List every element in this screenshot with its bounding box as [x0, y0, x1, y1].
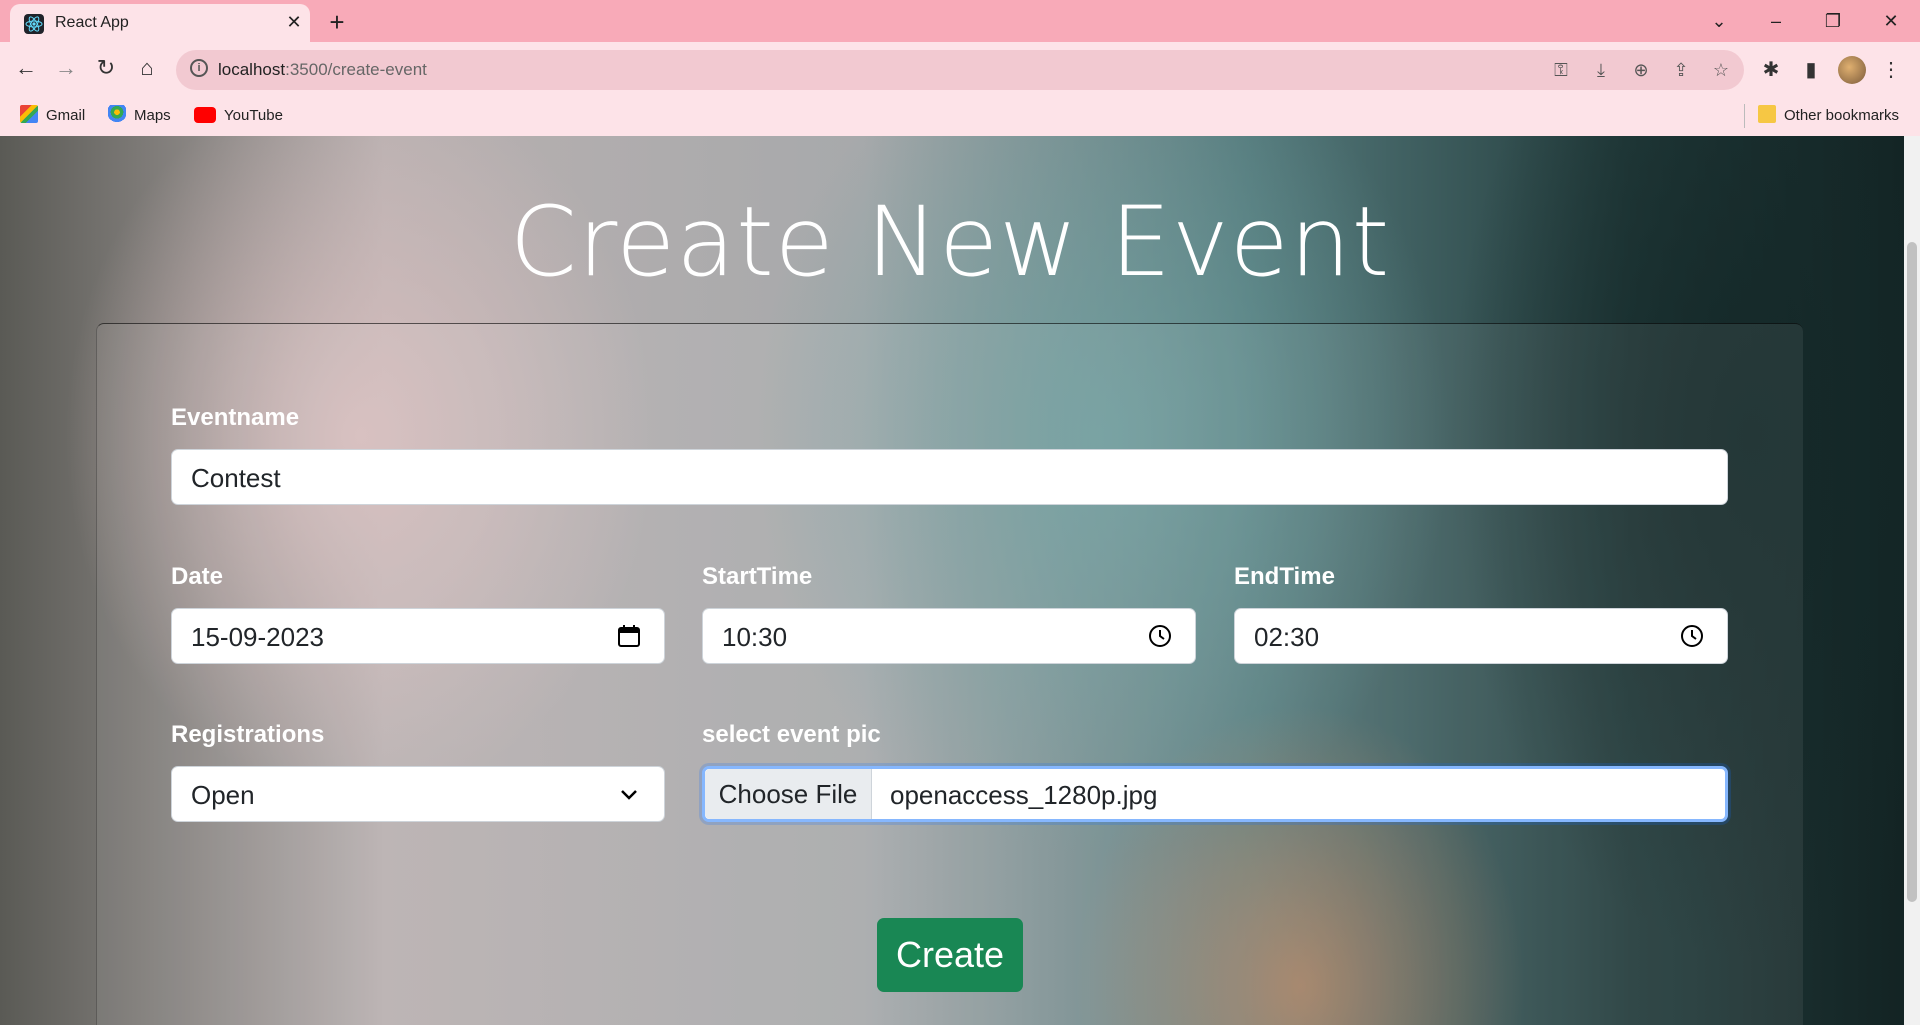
bookmark-youtube[interactable]: YouTube	[194, 104, 283, 128]
registrations-label: Registrations	[171, 721, 325, 748]
minimize-icon[interactable]: –	[1761, 6, 1791, 36]
bookmark-maps[interactable]: Maps	[108, 104, 171, 128]
install-icon[interactable]: ⤓	[1589, 58, 1613, 82]
eventname-input[interactable]: Contest	[171, 449, 1728, 505]
forward-icon[interactable]: →	[50, 52, 82, 84]
clock-icon[interactable]	[1679, 623, 1705, 649]
folder-icon	[1758, 105, 1776, 123]
bookmarks-divider	[1744, 104, 1745, 128]
browser-toolbar: ← → ↻ ⌂ i localhost:3500/create-event ⚿ …	[0, 42, 1920, 138]
event-pic-label: select event pic	[702, 721, 881, 748]
event-pic-file-input[interactable]: Choose File openaccess_1280p.jpg	[702, 766, 1728, 822]
new-tab-icon[interactable]: +	[322, 8, 352, 36]
scrollbar-thumb[interactable]	[1907, 242, 1917, 902]
browser-tab-bar: React App ✕ + ⌄ – ❐ ✕	[0, 0, 1920, 42]
endtime-label: EndTime	[1234, 563, 1335, 590]
site-info-icon[interactable]: i	[190, 59, 208, 77]
bookmark-gmail[interactable]: Gmail	[20, 104, 85, 128]
bookmarks-bar: Gmail Maps YouTube Other bookmarks	[0, 96, 1920, 136]
page-content: Create New Event Eventname Contest Date …	[0, 136, 1920, 1025]
page-title: Create New Event	[509, 186, 1391, 298]
close-tab-icon[interactable]: ✕	[282, 10, 306, 34]
choose-file-button[interactable]: Choose File	[705, 769, 872, 819]
scrollbar[interactable]	[1904, 136, 1920, 1025]
gmail-icon	[20, 105, 38, 123]
starttime-label: StartTime	[702, 563, 813, 590]
create-button[interactable]: Create	[877, 918, 1023, 992]
close-window-icon[interactable]: ✕	[1876, 6, 1906, 36]
date-label: Date	[171, 563, 224, 590]
file-name: openaccess_1280p.jpg	[890, 780, 1158, 810]
starttime-input[interactable]: 10:30	[702, 608, 1196, 664]
maps-pin-icon	[108, 105, 126, 123]
tab-search-chevron-icon[interactable]: ⌄	[1704, 6, 1734, 36]
youtube-icon	[194, 107, 216, 123]
share-icon[interactable]: ⇪	[1669, 58, 1693, 82]
calendar-icon[interactable]	[616, 623, 642, 649]
back-icon[interactable]: ←	[10, 52, 42, 84]
url-text: localhost:3500/create-event	[218, 60, 427, 79]
registrations-select[interactable]: Open	[171, 766, 665, 822]
endtime-input[interactable]: 02:30	[1234, 608, 1728, 664]
reload-icon[interactable]: ↻	[90, 52, 122, 84]
react-logo-icon	[24, 14, 44, 34]
side-panel-icon[interactable]: ▮	[1797, 56, 1825, 84]
restore-icon[interactable]: ❐	[1818, 6, 1848, 36]
key-icon[interactable]: ⚿	[1549, 58, 1573, 82]
eventname-label: Eventname	[171, 404, 300, 431]
browser-tab[interactable]: React App ✕	[10, 4, 310, 42]
chevron-down-icon	[621, 790, 637, 800]
profile-avatar[interactable]	[1838, 56, 1866, 84]
other-bookmarks[interactable]: Other bookmarks	[1758, 104, 1899, 128]
clock-icon[interactable]	[1147, 623, 1173, 649]
zoom-icon[interactable]: ⊕	[1629, 58, 1653, 82]
date-input[interactable]: 15-09-2023	[171, 608, 665, 664]
menu-icon[interactable]: ⋮	[1877, 56, 1905, 84]
home-icon[interactable]: ⌂	[131, 52, 163, 84]
tab-title: React App	[55, 14, 129, 31]
address-bar[interactable]: i localhost:3500/create-event ⚿ ⤓ ⊕ ⇪ ☆	[176, 50, 1744, 90]
extensions-icon[interactable]: ✱	[1757, 56, 1785, 84]
bookmark-star-icon[interactable]: ☆	[1709, 58, 1733, 82]
